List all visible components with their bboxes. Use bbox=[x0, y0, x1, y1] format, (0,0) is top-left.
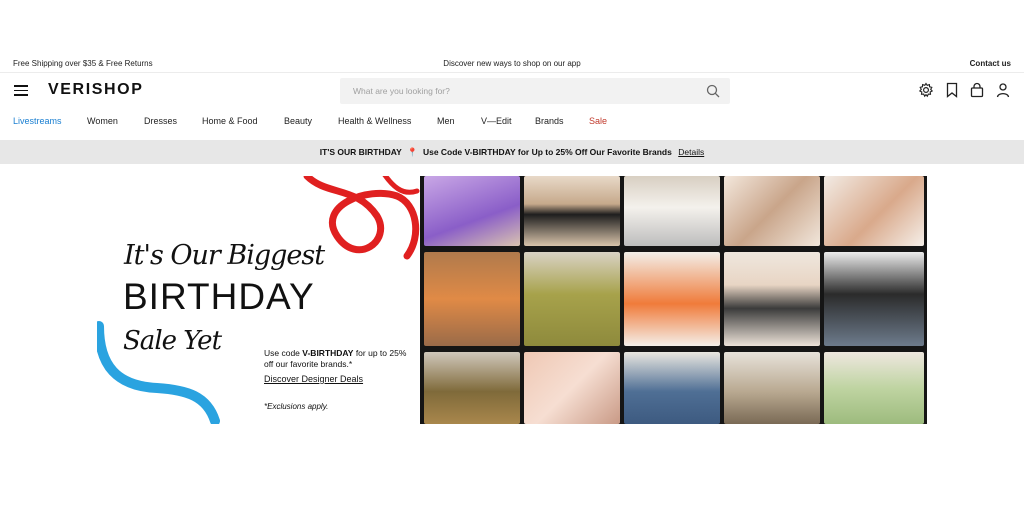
bag-icon[interactable] bbox=[969, 82, 985, 98]
photo-green-shirt[interactable] bbox=[824, 352, 924, 424]
search-icon[interactable] bbox=[706, 84, 720, 98]
photo-black-sweater[interactable] bbox=[824, 252, 924, 346]
discover-deals-link[interactable]: Discover Designer Deals bbox=[264, 374, 363, 384]
contact-us-link[interactable]: Contact us bbox=[970, 59, 1011, 68]
photo-kitchen-shelves[interactable] bbox=[624, 176, 720, 246]
nav-item-women[interactable]: Women bbox=[87, 116, 118, 126]
nav-item-health-wellness[interactable]: Health & Wellness bbox=[338, 116, 411, 126]
promo-text: Use Code V-BIRTHDAY for Up to 25% Off Ou… bbox=[422, 147, 672, 157]
photo-shoes-neutral[interactable] bbox=[824, 176, 924, 246]
nav-item-men[interactable]: Men bbox=[437, 116, 455, 126]
photo-houndstooth-bag[interactable] bbox=[724, 252, 820, 346]
nav-item-livestreams[interactable]: Livestreams bbox=[13, 116, 62, 126]
photo-backless-dress[interactable] bbox=[424, 352, 520, 424]
category-nav: Livestreams Women Dresses Home & Food Be… bbox=[0, 116, 1024, 130]
photo-black-top[interactable] bbox=[524, 176, 620, 246]
nav-item-home-food[interactable]: Home & Food bbox=[202, 116, 258, 126]
user-icon[interactable] bbox=[995, 82, 1011, 98]
promo-details-link[interactable]: Details bbox=[678, 147, 704, 157]
hero-headline-line3: Sale Yet bbox=[123, 326, 222, 356]
verishop-logo[interactable]: VERISHOP bbox=[48, 81, 144, 99]
bookmark-icon[interactable] bbox=[944, 82, 960, 98]
nav-item-beauty[interactable]: Beauty bbox=[284, 116, 312, 126]
nav-item-brands[interactable]: Brands bbox=[535, 116, 564, 126]
app-promo-link[interactable]: Discover new ways to shop on our app bbox=[0, 59, 1024, 68]
product-photo-collage bbox=[420, 176, 927, 424]
gear-icon[interactable] bbox=[918, 82, 934, 98]
photo-purple-bikini[interactable] bbox=[424, 176, 520, 246]
photo-orange-heels[interactable] bbox=[624, 252, 720, 346]
pin-icon: 📍 bbox=[406, 147, 418, 157]
photo-denim-jacket[interactable] bbox=[624, 352, 720, 424]
hero-headline-line1: It's Our Biggest bbox=[124, 240, 325, 271]
photo-skincare-model[interactable] bbox=[524, 352, 620, 424]
exclusions-note: *Exclusions apply. bbox=[264, 402, 329, 411]
search-bar bbox=[340, 78, 730, 104]
promo-banner: IT'S OUR BIRTHDAY 📍 Use Code V-BIRTHDAY … bbox=[0, 140, 1024, 164]
nav-item-v-edit[interactable]: V—Edit bbox=[481, 116, 512, 126]
nav-item-dresses[interactable]: Dresses bbox=[144, 116, 177, 126]
nav-item-sale[interactable]: Sale bbox=[589, 116, 607, 126]
hero-description: Use code V-BIRTHDAY for up to 25% off ou… bbox=[264, 348, 407, 369]
promo-title: IT'S OUR BIRTHDAY bbox=[319, 147, 402, 157]
utility-bar: Free Shipping over $35 & Free Returns Di… bbox=[0, 54, 1024, 72]
search-input[interactable] bbox=[340, 78, 690, 104]
menu-icon[interactable] bbox=[14, 85, 28, 96]
hero-banner[interactable]: It's Our Biggest BIRTHDAY Sale Yet Use c… bbox=[97, 176, 927, 424]
photo-orange-outfit[interactable] bbox=[424, 252, 520, 346]
photo-green-dress[interactable] bbox=[524, 252, 620, 346]
hero-headline-line2: BIRTHDAY bbox=[123, 276, 315, 317]
photo-chair-decor[interactable] bbox=[724, 352, 820, 424]
site-header: VERISHOP bbox=[0, 74, 1024, 106]
photo-beige-accessories[interactable] bbox=[724, 176, 820, 246]
divider bbox=[0, 72, 1024, 73]
